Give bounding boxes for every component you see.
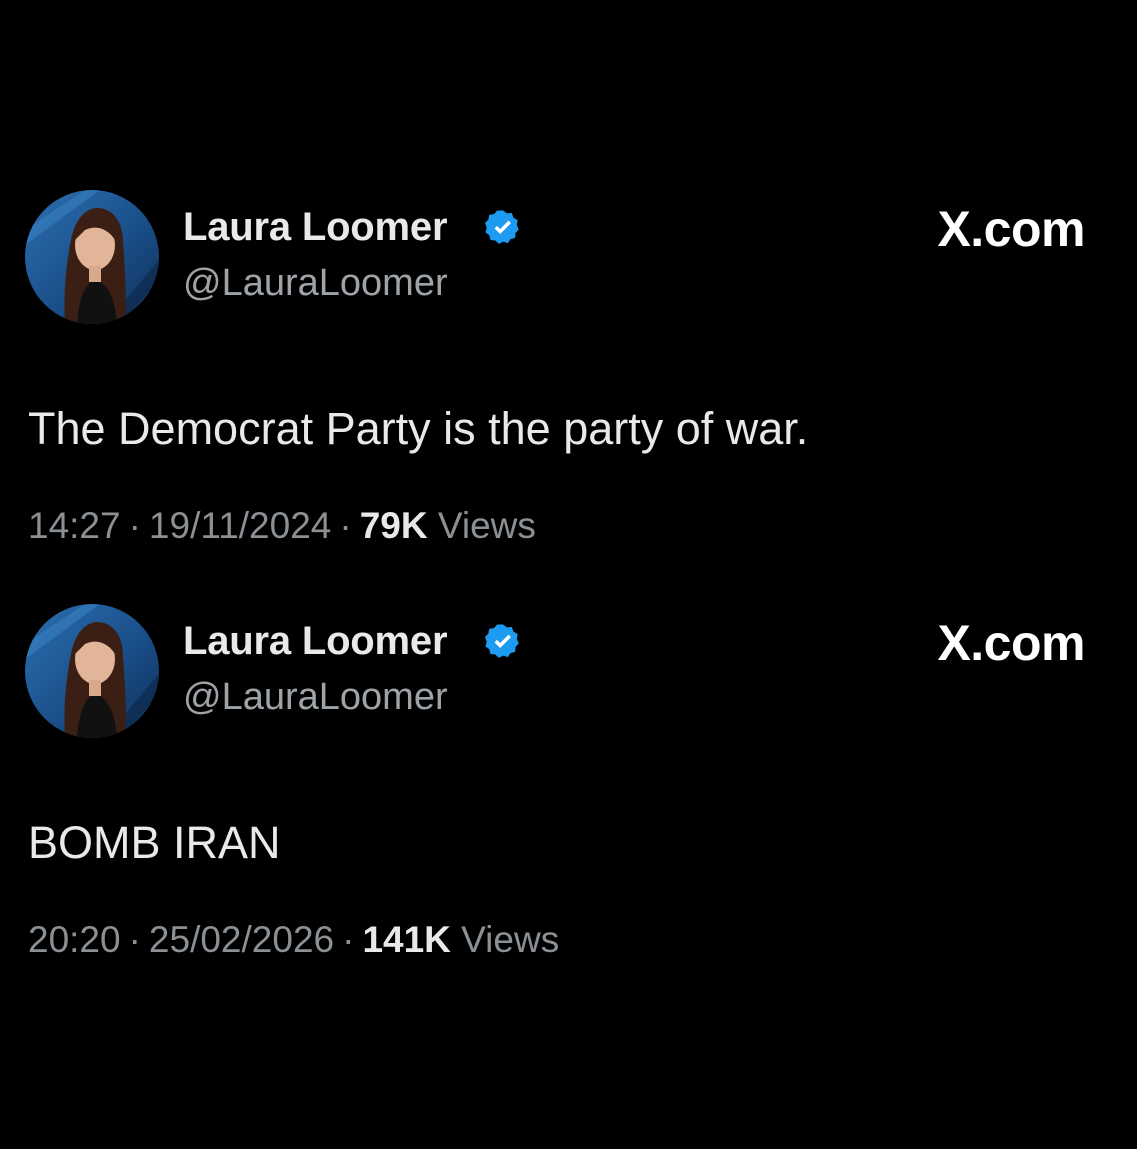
verified-badge-icon [485,210,519,244]
views-label: Views [461,919,560,960]
separator: · [339,505,352,546]
post-date[interactable]: 25/02/2026 [149,919,334,960]
separator: · [128,919,141,960]
post-meta: 14:27 · 19/11/2024 · 79K Views [28,505,536,547]
post-time[interactable]: 14:27 [28,505,121,546]
post-meta: 20:20 · 25/02/2026 · 141K Views [28,919,559,961]
avatar[interactable] [25,190,159,324]
profile-photo-icon [25,190,159,324]
avatar[interactable] [25,604,159,738]
views-label: Views [437,505,536,546]
post-time[interactable]: 20:20 [28,919,121,960]
separator: · [342,919,355,960]
post-text: BOMB IRAN [28,817,281,868]
site-label: X.com [937,201,1085,257]
profile-photo-icon [25,604,159,738]
post-date[interactable]: 19/11/2024 [149,505,331,546]
display-name[interactable]: Laura Loomer [183,619,448,664]
display-name[interactable]: Laura Loomer [183,205,448,250]
username-handle[interactable]: @LauraLoomer [183,262,448,305]
username-handle[interactable]: @LauraLoomer [183,676,448,719]
verified-badge-icon [485,624,519,658]
post-text: The Democrat Party is the party of war. [28,403,809,454]
views-count: 79K [359,505,428,546]
separator: · [128,505,141,546]
views-count: 141K [362,919,451,960]
site-label: X.com [937,615,1085,671]
